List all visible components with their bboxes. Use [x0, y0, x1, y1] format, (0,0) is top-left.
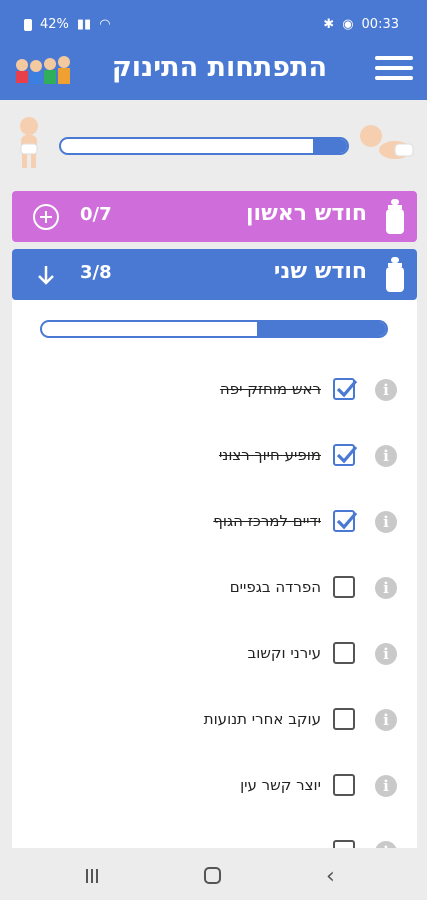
milestone-label: מופיע חיוך רצוני — [218, 446, 321, 464]
menu-button[interactable] — [375, 56, 413, 84]
system-nav-bar: ‹ — [0, 848, 427, 900]
info-icon[interactable]: i — [375, 643, 397, 665]
status-bar: 42% ▮▮ ◠ ✱ ◉ 00:33 — [0, 0, 427, 40]
status-right: ✱ ◉ 00:33 — [323, 17, 399, 32]
milestone-item: i יוצר קשר עין — [12, 768, 417, 808]
overall-progress-bar — [59, 137, 349, 155]
bluetooth-icon: ✱ — [323, 17, 335, 32]
wifi-icon: ◠ — [99, 17, 111, 32]
recent-apps-button[interactable] — [86, 868, 102, 883]
expand-plus-icon[interactable] — [32, 203, 60, 231]
menu-line-icon — [375, 76, 413, 80]
battery-level: 42% — [40, 17, 69, 32]
recents-line-icon — [96, 869, 98, 883]
menu-line-icon — [375, 56, 413, 60]
milestone-checkbox[interactable] — [333, 444, 358, 466]
battery-icon — [24, 18, 32, 31]
milestone-checkbox[interactable] — [333, 708, 355, 730]
milestone-item: i עוקב אחרי תנועות — [12, 702, 417, 742]
milestone-label: ידיים למרכז הגוף — [213, 512, 321, 530]
milestone-item: i מופיע חיוך רצוני — [12, 438, 417, 478]
month-2-title: חודש שני — [273, 259, 367, 284]
app-title: התפתחות התינוק — [111, 52, 327, 83]
milestone-label: הפרדה בגפיים — [229, 578, 321, 596]
signal-icon: ▮▮ — [76, 17, 92, 32]
milestone-checkbox[interactable] — [333, 642, 355, 664]
baby-bottle-icon — [386, 199, 404, 234]
month-1-title: חודש ראשון — [246, 201, 367, 226]
milestone-checkbox[interactable] — [333, 576, 355, 598]
month-2-header[interactable]: 3/8 חודש שני — [12, 249, 417, 300]
milestone-item: i הפרדה בגפיים — [12, 570, 417, 610]
month-1-count: 0/7 — [80, 204, 112, 225]
standing-baby-icon — [20, 117, 38, 168]
milestone-item: i ראש מוחזק יפה — [12, 372, 417, 412]
milestone-checkbox[interactable] — [333, 510, 358, 532]
milestone-item: i ידיים למרכז הגוף — [12, 504, 417, 544]
milestone-label: יוצר קשר עין — [240, 776, 321, 794]
info-icon[interactable]: i — [375, 841, 397, 848]
month-2-count: 3/8 — [80, 262, 112, 283]
month-2-milestone-list: i ראש מוחזק יפה i מופיע חיוך רצוני i ידי… — [12, 300, 417, 848]
app-notification-icon: ◉ — [342, 17, 354, 32]
arrow-down-icon[interactable] — [32, 261, 60, 289]
status-left: 42% ▮▮ ◠ — [24, 17, 111, 32]
milestone-label: ראש מוחזק יפה — [219, 380, 321, 398]
milestone-item: i עירני וקשוב — [12, 636, 417, 676]
info-icon[interactable]: i — [375, 379, 397, 401]
baby-bottle-icon — [386, 257, 404, 292]
clock: 00:33 — [361, 17, 399, 32]
milestone-item-partial: i — [12, 834, 417, 848]
info-icon[interactable]: i — [375, 511, 397, 533]
milestone-checkbox[interactable] — [333, 840, 355, 848]
overall-progress-section — [0, 100, 427, 186]
recents-line-icon — [91, 869, 93, 883]
month-progress-bar — [40, 320, 388, 338]
info-icon[interactable]: i — [375, 775, 397, 797]
milestone-checkbox[interactable] — [333, 378, 358, 400]
milestone-label: עוקב אחרי תנועות — [203, 710, 321, 728]
month-1-header[interactable]: 0/7 חודש ראשון — [12, 191, 417, 242]
back-button[interactable]: ‹ — [326, 864, 335, 889]
lying-baby-icon — [360, 125, 414, 159]
info-icon[interactable]: i — [375, 445, 397, 467]
milestone-checkbox[interactable] — [333, 774, 355, 796]
family-logo-icon — [16, 56, 70, 84]
menu-line-icon — [375, 66, 413, 70]
recents-line-icon — [86, 869, 88, 883]
home-button[interactable] — [204, 867, 221, 884]
overall-progress-fill — [312, 139, 347, 153]
month-progress-fill — [257, 322, 386, 336]
info-icon[interactable]: i — [375, 709, 397, 731]
milestone-label: עירני וקשוב — [247, 644, 321, 662]
app-bar: התפתחות התינוק — [0, 40, 427, 100]
info-icon[interactable]: i — [375, 577, 397, 599]
